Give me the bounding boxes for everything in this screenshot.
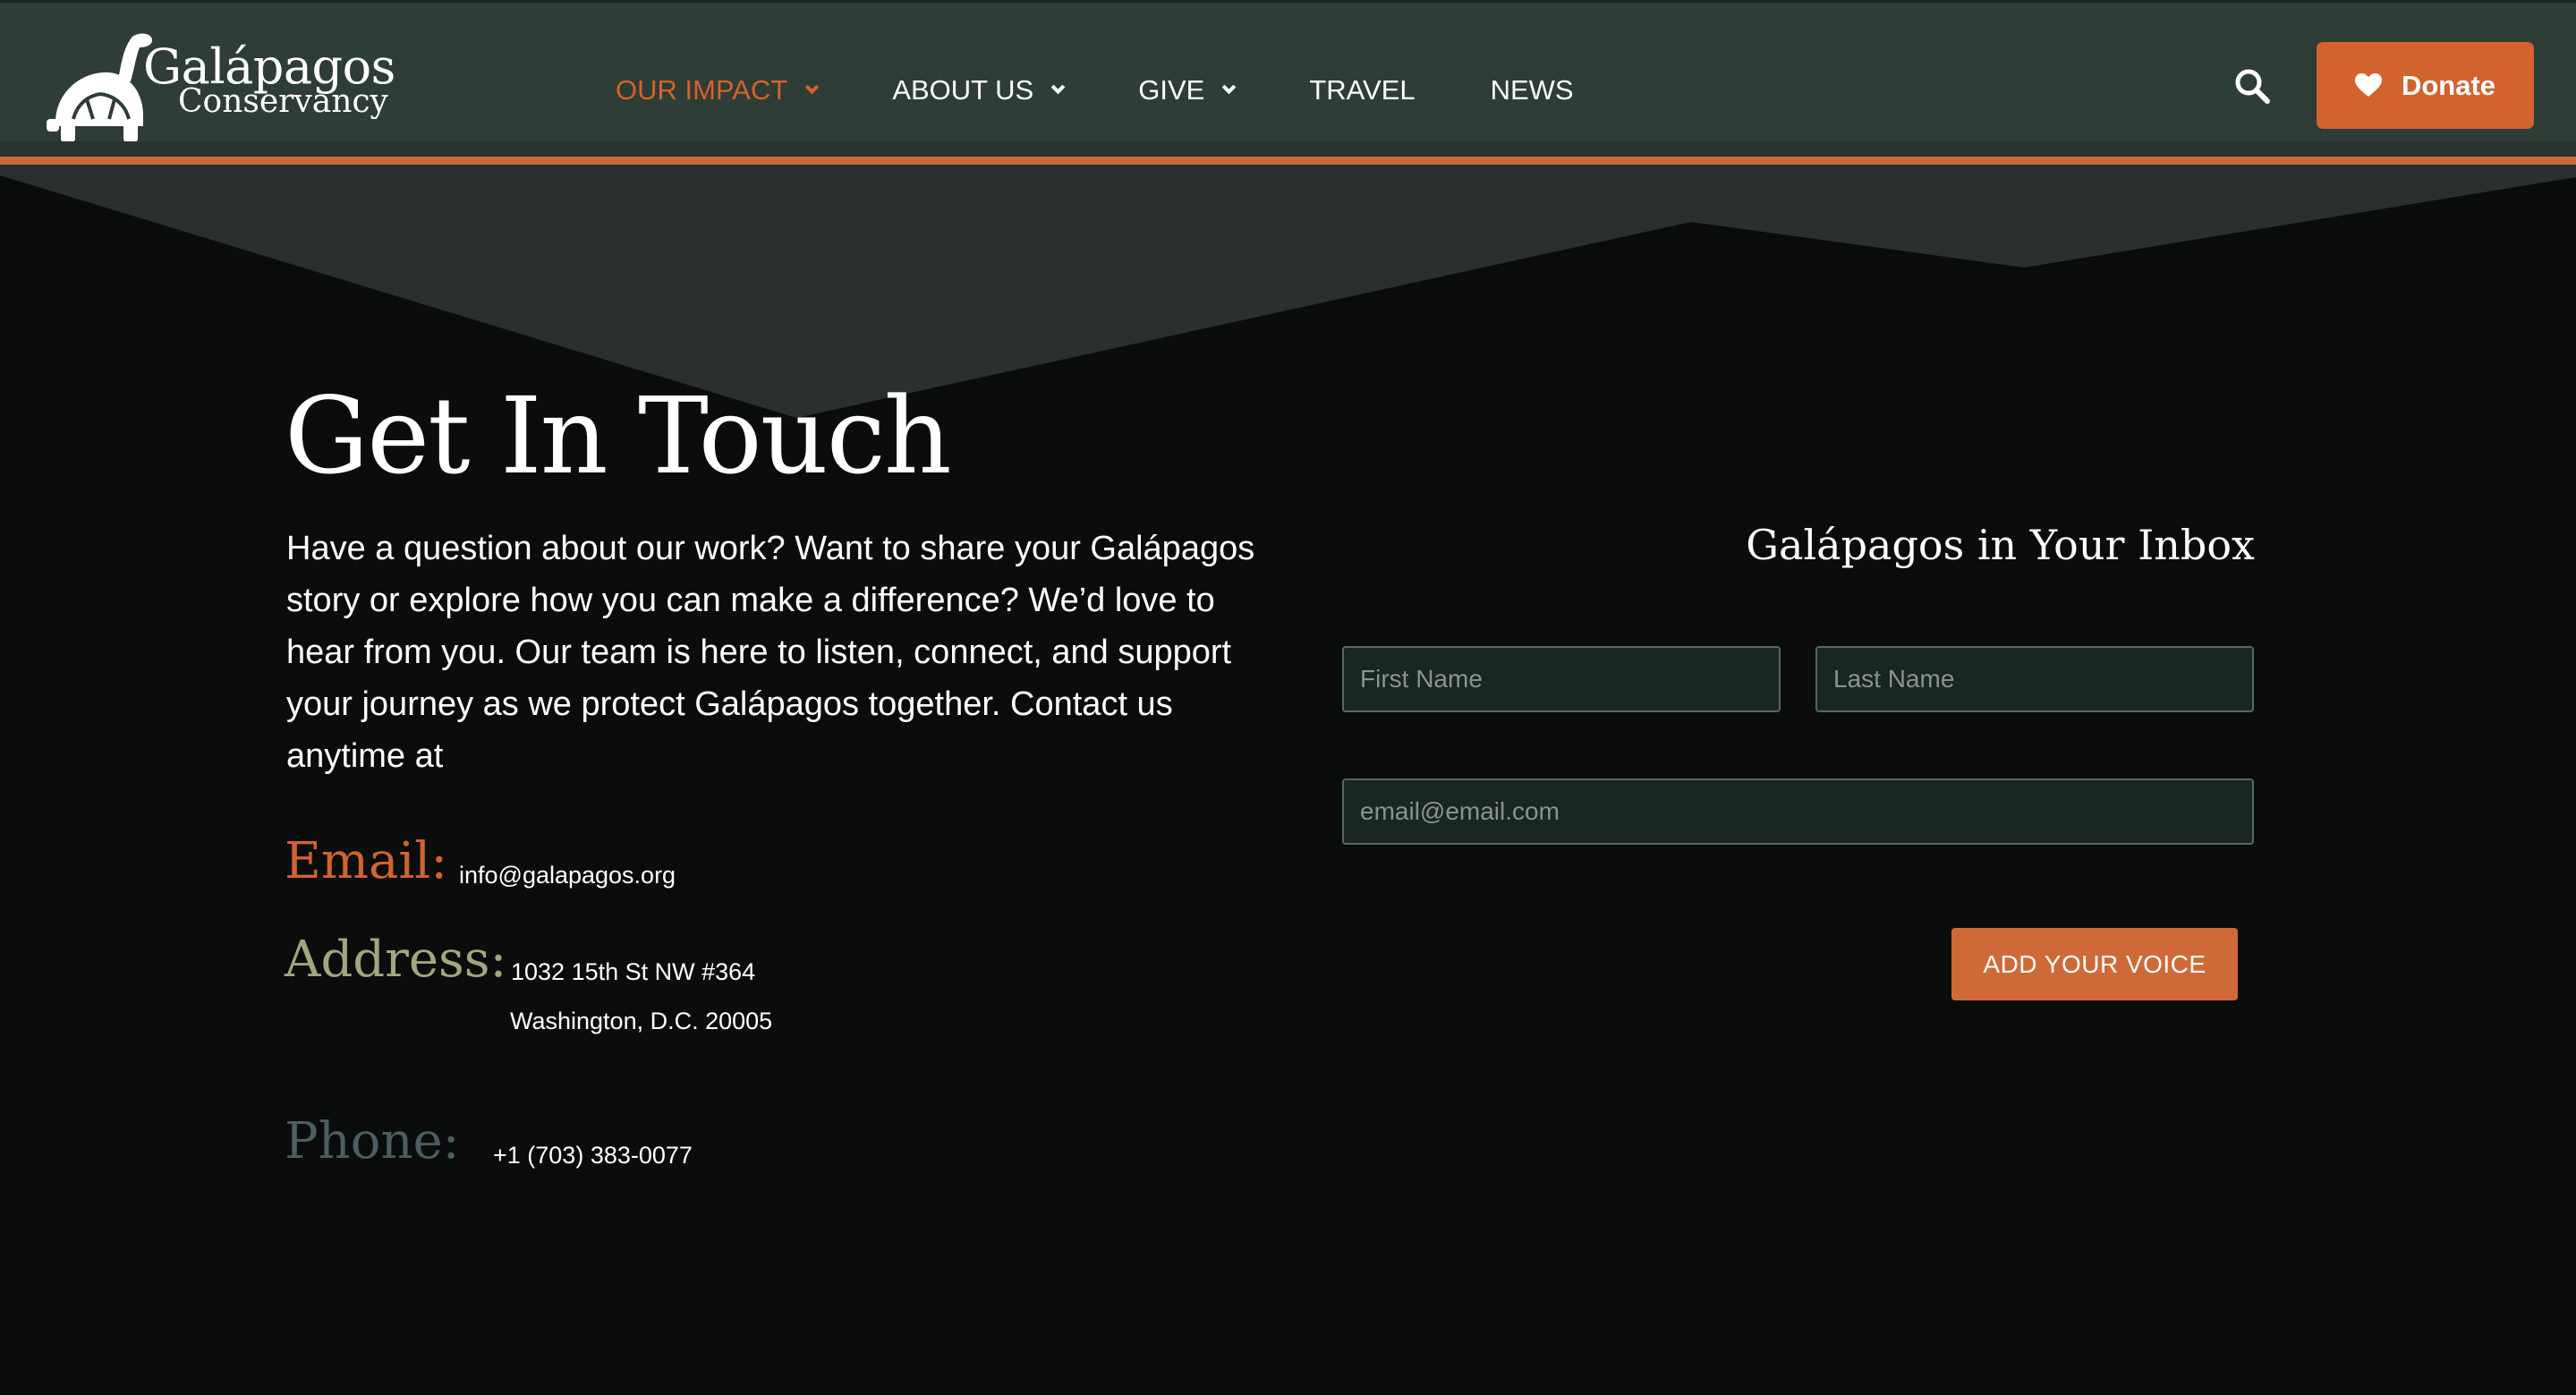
nav-item-label: TRAVEL (1309, 74, 1416, 106)
header-accent-line (0, 157, 2576, 165)
email-label: Email: (285, 832, 448, 890)
chevron-down-icon (805, 80, 820, 94)
page-title: Get In Touch (285, 374, 952, 498)
first-name-input[interactable] (1342, 646, 1781, 712)
phone-value[interactable]: +1 (703) 383-0077 (493, 1142, 693, 1170)
logo[interactable]: Galápagos Conservancy (47, 30, 404, 148)
main-nav: OUR IMPACT ABOUT US GIVE TRAVEL NEWS (616, 68, 1649, 113)
email-value[interactable]: info@galapagos.org (459, 862, 676, 889)
email-input[interactable] (1342, 778, 2254, 845)
address-line-1: 1032 15th St NW #364 (511, 958, 756, 985)
search-icon (2235, 69, 2270, 104)
signup-title: Galápagos in Your Inbox (1746, 521, 2255, 569)
add-your-voice-button[interactable]: ADD YOUR VOICE (1951, 928, 2238, 1000)
nav-item-news[interactable]: NEWS (1491, 74, 1574, 106)
donate-label: Donate (2401, 69, 2496, 101)
donate-button[interactable]: Donate (2317, 42, 2534, 129)
nav-item-our-impact[interactable]: OUR IMPACT (616, 74, 820, 106)
nav-item-label: NEWS (1490, 74, 1574, 106)
nav-item-about-us[interactable]: ABOUT US (892, 74, 1066, 106)
address-label: Address: (285, 931, 507, 989)
header-band (0, 141, 2576, 157)
nav-item-label: OUR IMPACT (616, 74, 788, 106)
phone-label: Phone: (285, 1112, 460, 1170)
chevron-down-icon (1222, 80, 1237, 94)
nav-item-label: GIVE (1138, 74, 1205, 106)
chevron-down-icon (1050, 80, 1066, 94)
last-name-input[interactable] (1815, 646, 2254, 712)
heart-icon (2354, 73, 2382, 98)
nav-item-give[interactable]: GIVE (1138, 74, 1237, 106)
intro-text: Have a question about our work? Want to … (286, 530, 1255, 775)
nav-item-travel[interactable]: TRAVEL (1309, 74, 1415, 106)
logo-text-secondary: Conservancy (178, 83, 388, 120)
search-button[interactable] (2233, 67, 2273, 106)
address-line-2: Washington, D.C. 20005 (510, 1008, 773, 1034)
nav-item-label: ABOUT US (892, 74, 1034, 106)
site-header: Galápagos Conservancy OUR IMPACT ABOUT U… (0, 0, 2576, 142)
tortoise-icon (47, 33, 152, 142)
